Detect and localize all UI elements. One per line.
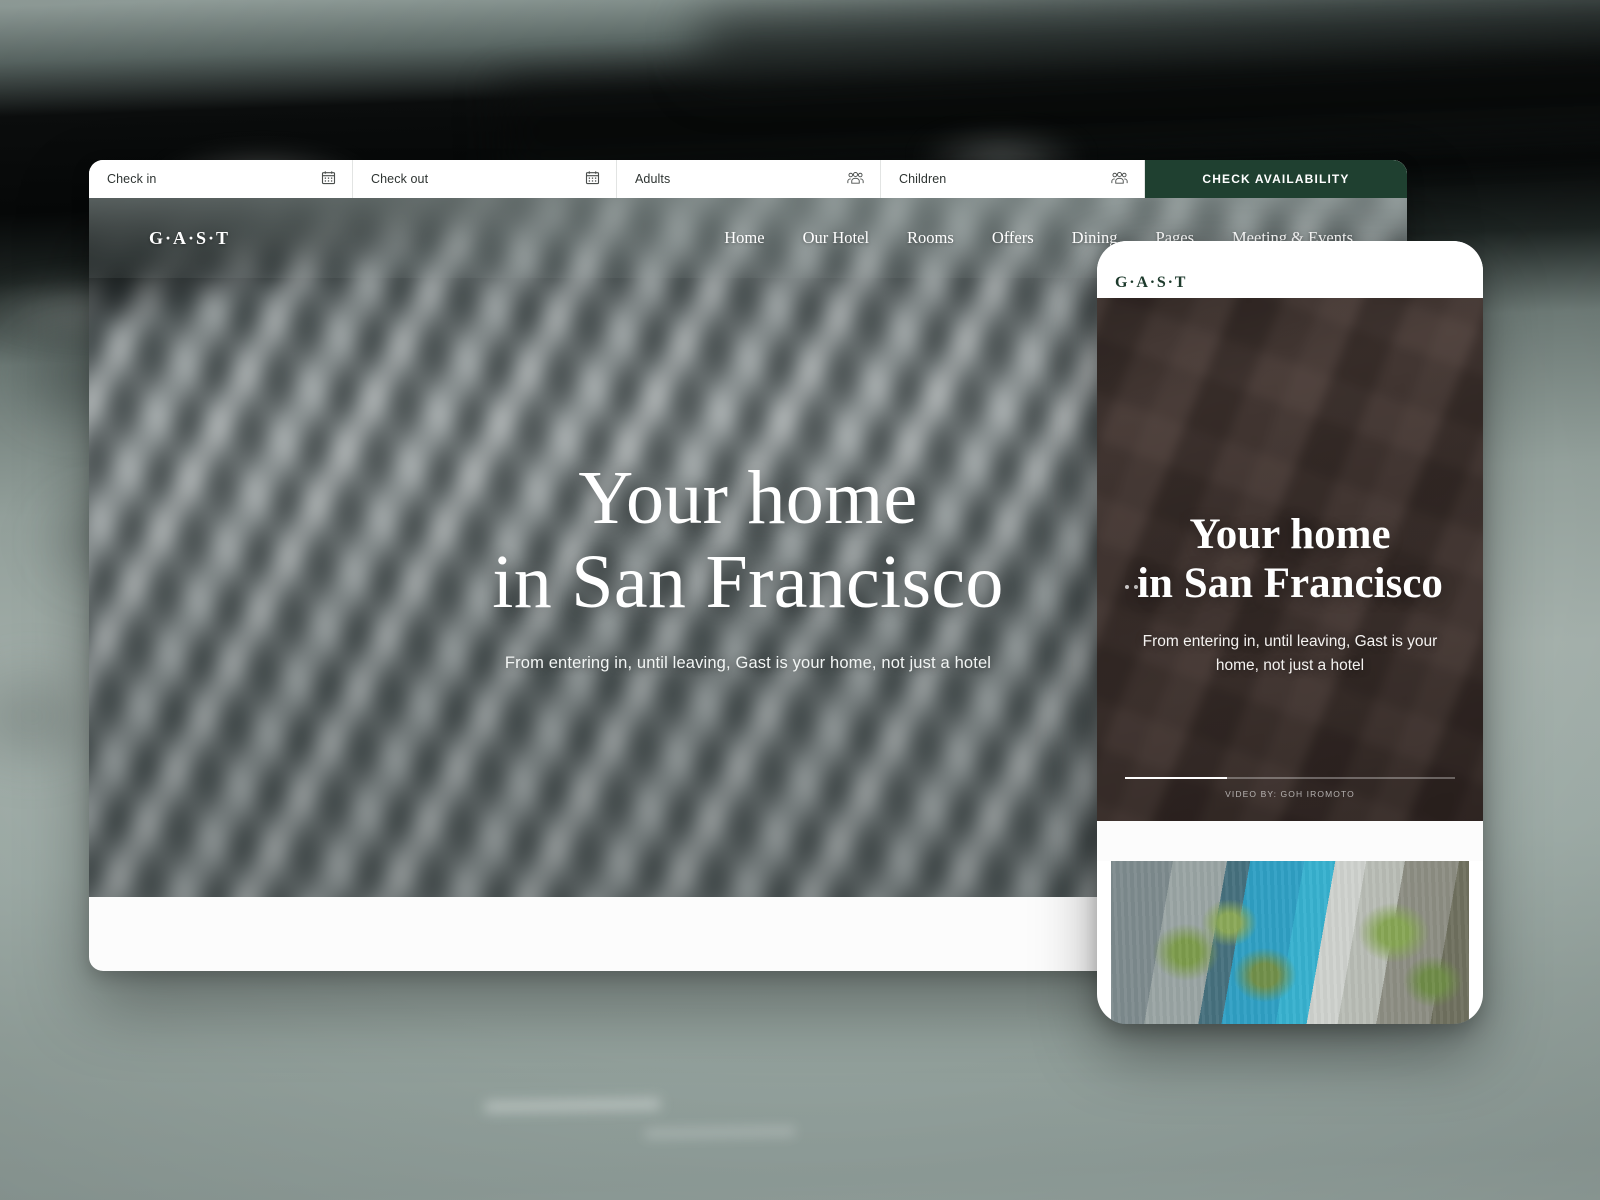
hero-title-line-1: Your home	[578, 456, 918, 540]
phone-section-gap	[1097, 821, 1483, 861]
booking-field-children[interactable]: Children	[881, 160, 1145, 198]
phone-hero-subtitle: From entering in, until leaving, Gast is…	[1142, 632, 1438, 674]
phone-top-bar: G·A·S·T	[1097, 241, 1483, 298]
phone-gallery-photo[interactable]	[1111, 861, 1469, 1024]
phone-hero-content: Your home in San Francisco From entering…	[1097, 513, 1483, 678]
nav-item-offers[interactable]: Offers	[992, 228, 1034, 248]
booking-field-check-out[interactable]: Check out	[353, 160, 617, 198]
adults-label: Adults	[635, 172, 671, 186]
check-in-label: Check in	[107, 172, 157, 186]
phone-gallery-photo-texture	[1111, 861, 1469, 1024]
phone-site-logo[interactable]: G·A·S·T	[1115, 274, 1187, 292]
phone-hero-title: Your home in San Francisco	[1111, 513, 1469, 606]
phone-hero-title-line-1: Your home	[1189, 511, 1391, 558]
booking-field-check-in[interactable]: Check in	[89, 160, 353, 198]
booking-bar: Check in Check out Adults Children CHECK…	[89, 160, 1407, 198]
phone-video-progress-fill	[1125, 776, 1228, 779]
phone-mockup: G·A·S·T Your home in San Francisco From …	[1097, 241, 1483, 1024]
booking-field-adults[interactable]: Adults	[617, 160, 881, 198]
check-out-label: Check out	[371, 172, 429, 186]
phone-hero: Your home in San Francisco From entering…	[1097, 298, 1483, 821]
phone-video-progress-bar[interactable]	[1125, 776, 1455, 779]
calendar-icon[interactable]	[321, 170, 336, 188]
children-label: Children	[899, 172, 947, 186]
nav-item-home[interactable]: Home	[724, 228, 764, 248]
site-logo[interactable]: G·A·S·T	[149, 228, 230, 249]
phone-video-credit: VIDEO BY: GOH IROMOTO	[1225, 789, 1355, 799]
phone-hero-title-line-2: in San Francisco	[1137, 559, 1443, 607]
check-availability-button[interactable]: CHECK AVAILABILITY	[1145, 160, 1407, 198]
nav-item-rooms[interactable]: Rooms	[907, 228, 954, 248]
guests-icon[interactable]	[847, 171, 864, 188]
calendar-icon[interactable]	[585, 170, 600, 188]
nav-item-our-hotel[interactable]: Our Hotel	[803, 228, 869, 248]
guests-icon[interactable]	[1111, 171, 1128, 188]
phone-hero-footer: VIDEO BY: GOH IROMOTO	[1097, 776, 1483, 799]
